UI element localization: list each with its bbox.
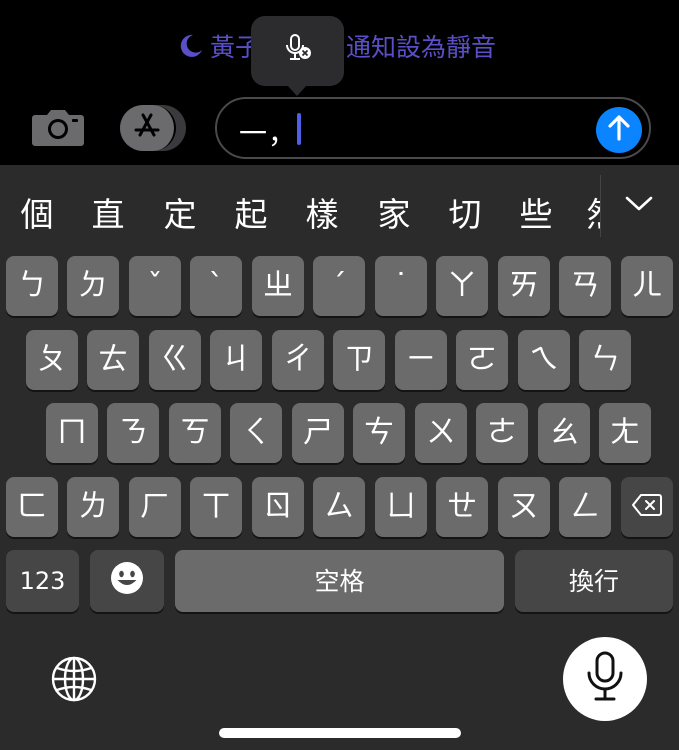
key[interactable]: ㄏ	[129, 477, 181, 537]
candidate-word[interactable]: 樣	[302, 188, 342, 236]
mic-off-icon	[283, 33, 313, 69]
delete-icon	[632, 492, 662, 522]
globe-icon	[50, 655, 98, 707]
key[interactable]: ㄩ	[375, 477, 427, 537]
dictation-unavailable-tooltip	[251, 16, 344, 96]
key[interactable]: ˙	[375, 256, 427, 316]
emoji-icon	[109, 560, 145, 602]
message-input[interactable]: 一，	[215, 97, 651, 159]
candidate-word[interactable]: 直	[88, 188, 128, 236]
key[interactable]: ㄡ	[498, 477, 550, 537]
key[interactable]: ㄓ	[252, 256, 304, 316]
globe-button[interactable]	[48, 655, 100, 707]
key[interactable]: ㄅ	[6, 256, 58, 316]
key[interactable]: ㄋ	[107, 403, 159, 463]
focus-text-right: 通知設為靜音	[346, 33, 497, 62]
space-key[interactable]: 空格	[175, 550, 504, 612]
key[interactable]: ˊ	[313, 256, 365, 316]
key[interactable]: ㄚ	[436, 256, 488, 316]
candidate-word[interactable]: 家	[374, 188, 414, 236]
emoji-key[interactable]	[90, 550, 164, 612]
key[interactable]: ㄎ	[169, 403, 221, 463]
key[interactable]: ㄉ	[67, 256, 119, 316]
candidate-word[interactable]: 個	[17, 188, 57, 236]
text-caret	[297, 113, 301, 145]
messages-top-area: 黃子 通知設為靜音 一，	[0, 0, 679, 165]
message-text: 一，	[239, 117, 298, 150]
key[interactable]: ㄔ	[272, 330, 324, 390]
key[interactable]: ㄥ	[559, 477, 611, 537]
key[interactable]: ˋ	[190, 256, 242, 316]
key[interactable]: ㄆ	[26, 330, 78, 390]
key[interactable]: ㄦ	[621, 256, 673, 316]
key[interactable]: ㄍ	[149, 330, 201, 390]
moon-icon	[178, 33, 204, 59]
candidate-word[interactable]: 些	[516, 188, 556, 236]
camera-button[interactable]	[30, 106, 86, 152]
key[interactable]: ㄧ	[395, 330, 447, 390]
key[interactable]: ㄕ	[292, 403, 344, 463]
microphone-icon	[585, 651, 625, 707]
key[interactable]: ㄞ	[498, 256, 550, 316]
candidate-divider	[600, 175, 601, 237]
key[interactable]: ㄝ	[436, 477, 488, 537]
app-store-button[interactable]	[120, 105, 186, 151]
candidate-word[interactable]: 定	[160, 188, 200, 236]
numbers-key[interactable]: 123	[6, 550, 79, 612]
key[interactable]: ㄟ	[518, 330, 570, 390]
dictation-button[interactable]	[563, 637, 647, 721]
return-key[interactable]: 換行	[515, 550, 673, 612]
key[interactable]: ㄒ	[190, 477, 242, 537]
key[interactable]: ㄖ	[252, 477, 304, 537]
home-indicator[interactable]	[219, 728, 461, 738]
candidate-word[interactable]: 起	[231, 188, 271, 236]
key[interactable]: ㄣ	[579, 330, 631, 390]
chevron-down-icon[interactable]	[624, 189, 654, 219]
delete-key[interactable]	[621, 477, 673, 537]
key[interactable]: ㄌ	[67, 477, 119, 537]
key[interactable]: ㄘ	[353, 403, 405, 463]
key[interactable]: ㄙ	[313, 477, 365, 537]
key[interactable]: ˇ	[129, 256, 181, 316]
key[interactable]: ㄈ	[6, 477, 58, 537]
key[interactable]: ㄇ	[46, 403, 98, 463]
key[interactable]: ㄜ	[476, 403, 528, 463]
key[interactable]: ㄑ	[230, 403, 282, 463]
key[interactable]: ㄐ	[210, 330, 262, 390]
key[interactable]: ㄗ	[333, 330, 385, 390]
key[interactable]: ㄤ	[599, 403, 651, 463]
arrow-up-icon	[607, 115, 631, 145]
camera-icon	[31, 107, 85, 151]
send-button[interactable]	[596, 107, 642, 153]
key[interactable]: ㄠ	[538, 403, 590, 463]
candidate-word[interactable]: 切	[445, 188, 485, 236]
key[interactable]: ㄊ	[87, 330, 139, 390]
key[interactable]: ㄢ	[559, 256, 611, 316]
key[interactable]: ㄛ	[456, 330, 508, 390]
app-store-icon	[132, 111, 162, 145]
zhuyin-keyboard: 個 直 定 起 樣 家 切 些 然 ㄅ ㄉ ˇ ˋ ㄓ ˊ ˙ ㄚ ㄞ ㄢ ㄦ …	[0, 165, 679, 750]
candidate-bar: 個 直 定 起 樣 家 切 些 然	[0, 165, 679, 247]
candidate-word[interactable]: 然	[587, 188, 600, 236]
key[interactable]: ㄨ	[415, 403, 467, 463]
